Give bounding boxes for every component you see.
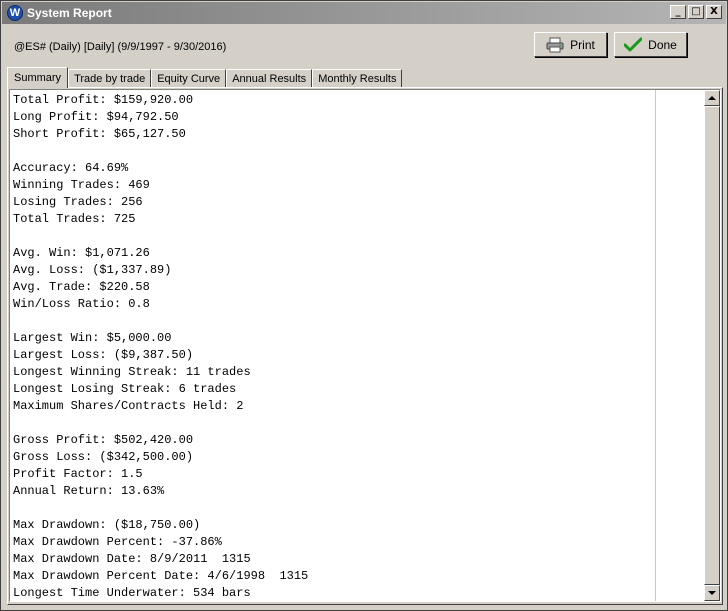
report-line: Longest Winning Streak: 11 trades: [13, 365, 251, 379]
print-button-label: Print: [570, 37, 595, 52]
report-line: Profit Factor: 1.5: [13, 467, 143, 481]
report-line: Win/Loss Ratio: 0.8: [13, 297, 150, 311]
done-button-label: Done: [648, 37, 677, 52]
report-line: Max Drawdown: ($18,750.00): [13, 518, 201, 532]
tab-monthly-results[interactable]: Monthly Results: [312, 69, 403, 87]
system-report-window: W System Report _ □ X @ES# (Daily) [Dail…: [0, 0, 728, 611]
report-line: Total Trades: 725: [13, 212, 136, 226]
done-button[interactable]: Done: [614, 32, 687, 57]
symbol-info-label: @ES# (Daily) [Daily] (9/9/1997 - 9/30/20…: [14, 41, 227, 53]
report-line: Avg. Trade: $220.58: [13, 280, 150, 294]
vertical-scrollbar[interactable]: [704, 90, 720, 601]
printer-icon: [546, 37, 564, 53]
tab-trade-by-trade[interactable]: Trade by trade: [68, 69, 152, 87]
report-line: Largest Win: $5,000.00: [13, 331, 172, 345]
report-line: [13, 228, 308, 245]
report-line: Gross Loss: ($342,500.00): [13, 450, 194, 464]
report-line: [13, 415, 308, 432]
report-tabs: Summary Trade by trade Equity Curve Annu…: [7, 67, 403, 88]
report-line: [13, 143, 308, 160]
report-line: [13, 500, 308, 517]
report-line: Longest Losing Streak: 6 trades: [13, 382, 237, 396]
print-button[interactable]: Print: [534, 32, 607, 57]
tab-annual-results[interactable]: Annual Results: [226, 69, 313, 87]
report-line: Total Profit: $159,920.00: [13, 93, 194, 107]
report-line: Losing Trades: 256: [13, 195, 143, 209]
report-line: Maximum Shares/Contracts Held: 2: [13, 399, 244, 413]
summary-report: Total Profit: $159,920.00 Long Profit: $9…: [13, 92, 309, 601]
scroll-up-button[interactable]: [704, 90, 720, 106]
summary-text-area[interactable]: Total Profit: $159,920.00 Long Profit: $9…: [9, 89, 721, 602]
close-button[interactable]: X: [706, 5, 722, 19]
report-line: Accuracy: 64.69%: [13, 161, 129, 175]
report-line: Max Drawdown Percent: -37.86%: [13, 535, 222, 549]
report-line: Annual Return: 13.63%: [13, 484, 165, 498]
title-bar[interactable]: W System Report _ □ X: [2, 2, 726, 24]
report-line: Short Profit: $65,127.50: [13, 127, 186, 141]
report-line: Gross Profit: $502,420.00: [13, 433, 194, 447]
report-line: [13, 313, 308, 330]
window-title: System Report: [27, 6, 112, 20]
report-line: Largest Loss: ($9,387.50): [13, 348, 194, 362]
checkmark-icon: [624, 37, 643, 53]
report-line: Long Profit: $94,792.50: [13, 110, 179, 124]
scroll-down-button[interactable]: [704, 585, 720, 601]
report-line: Avg. Win: $1,071.26: [13, 246, 150, 260]
minimize-button[interactable]: _: [670, 5, 686, 19]
report-line: Winning Trades: 469: [13, 178, 150, 192]
report-line: Avg. Loss: ($1,337.89): [13, 263, 172, 277]
maximize-button[interactable]: □: [688, 5, 704, 19]
arrow-up-icon: [708, 96, 716, 100]
tab-summary[interactable]: Summary: [7, 67, 69, 88]
tab-equity-curve[interactable]: Equity Curve: [151, 69, 227, 87]
arrow-down-icon: [708, 591, 716, 595]
report-line: Max Drawdown Date: 8/9/2011 1315: [13, 552, 251, 566]
scroll-thumb[interactable]: [704, 106, 720, 585]
report-line: Max Drawdown Percent Date: 4/6/1998 1315: [13, 569, 309, 583]
window-controls: _ □ X: [670, 5, 722, 19]
app-logo-icon: W: [7, 5, 23, 21]
report-line: Longest Time Underwater: 534 bars: [13, 586, 251, 600]
right-margin-line: [655, 90, 656, 601]
